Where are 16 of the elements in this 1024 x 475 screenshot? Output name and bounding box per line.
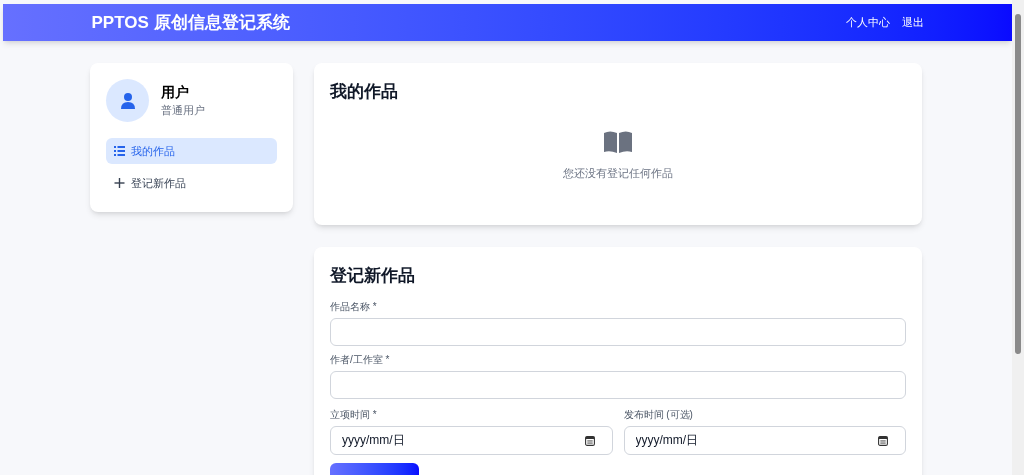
app-title: PPTOS 原创信息登记系统: [91, 11, 290, 34]
nav-link[interactable]: 退出: [901, 14, 924, 31]
field-label: 作品名称 *: [330, 299, 378, 314]
field-label: 作者/工作室 *: [330, 352, 391, 367]
empty-message: 您还没有登记任何作品: [563, 165, 673, 181]
field-label: 立项时间 *: [330, 407, 378, 422]
field-label: 发布时间 (可选): [623, 407, 694, 422]
card-title: 登记新作品: [330, 265, 416, 287]
date-field[interactable]: yyyy/mm/日: [623, 425, 906, 455]
card-title: 我的作品: [330, 81, 399, 103]
date-field[interactable]: yyyy/mm/日: [330, 425, 613, 455]
user-name: 用户: [161, 83, 190, 103]
user-role: 普通用户: [161, 103, 205, 119]
sidebar-item[interactable]: 我的作品: [106, 138, 277, 164]
sidebar-item[interactable]: 登记新作品: [106, 170, 277, 196]
nav-link[interactable]: 个人中心: [845, 14, 890, 31]
